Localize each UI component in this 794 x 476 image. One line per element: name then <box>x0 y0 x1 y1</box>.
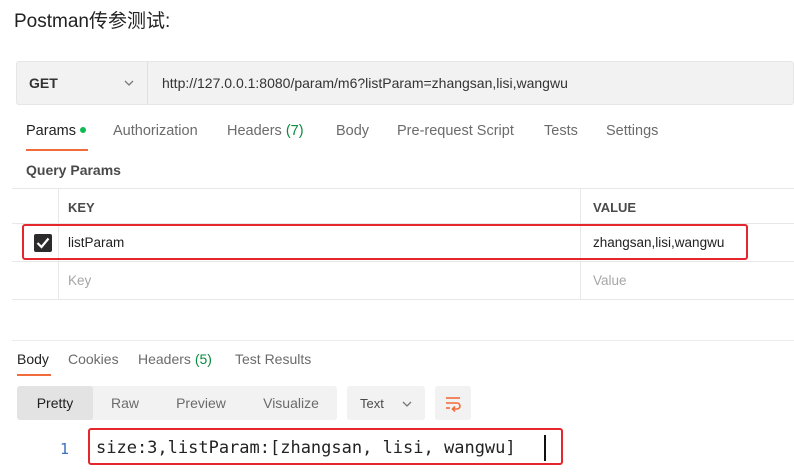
tab-body[interactable]: Body <box>336 123 369 139</box>
view-mode-switch: Pretty Raw Preview Visualize <box>17 386 337 420</box>
preview-button[interactable]: Preview <box>157 386 245 420</box>
tab-prerequest-script[interactable]: Pre-request Script <box>397 123 514 139</box>
tab-response-body[interactable]: Body <box>17 351 51 376</box>
new-key-input[interactable]: Key <box>68 273 91 288</box>
raw-button[interactable]: Raw <box>93 386 157 420</box>
tab-test-results[interactable]: Test Results <box>235 351 311 367</box>
tab-headers[interactable]: Headers (7) <box>227 123 304 139</box>
tab-params[interactable]: Params <box>26 123 88 151</box>
response-divider <box>12 340 794 341</box>
pretty-button[interactable]: Pretty <box>17 386 93 420</box>
new-value-input[interactable]: Value <box>593 273 627 288</box>
response-headers-count: (5) <box>194 351 212 367</box>
tab-response-body-label: Body <box>17 351 49 367</box>
format-selector[interactable]: Text <box>347 386 425 420</box>
column-header-key: KEY <box>68 200 95 215</box>
table-row-empty: Key Value <box>12 262 794 300</box>
page-heading: Postman传参测试: <box>14 11 171 32</box>
format-label: Text <box>360 396 384 411</box>
active-dot-icon <box>79 127 86 134</box>
highlight-box-param-row <box>22 224 748 260</box>
tab-response-headers-label: Headers <box>138 351 191 367</box>
column-header-value: VALUE <box>593 200 637 215</box>
active-tab-underline <box>26 149 88 151</box>
tab-tests[interactable]: Tests <box>544 123 578 139</box>
table-header-row: KEY VALUE <box>12 188 794 224</box>
tab-authorization[interactable]: Authorization <box>113 123 198 139</box>
tab-headers-label: Headers <box>227 123 282 139</box>
tab-cookies[interactable]: Cookies <box>68 351 119 367</box>
method-label: GET <box>29 75 58 91</box>
highlight-box-response <box>88 428 563 465</box>
chevron-down-icon <box>124 80 134 86</box>
query-params-title: Query Params <box>26 162 121 178</box>
wrap-lines-button[interactable] <box>435 386 471 420</box>
chevron-down-icon <box>402 401 412 407</box>
tab-params-label: Params <box>26 123 76 139</box>
tab-settings[interactable]: Settings <box>606 123 658 139</box>
method-selector[interactable]: GET <box>17 62 148 104</box>
url-input[interactable]: http://127.0.0.1:8080/param/m6?listParam… <box>162 75 568 91</box>
line-number: 1 <box>60 440 70 458</box>
active-tab-underline <box>17 374 51 376</box>
wrap-lines-icon <box>446 397 461 412</box>
request-bar: GET http://127.0.0.1:8080/param/m6?listP… <box>16 61 794 105</box>
visualize-button[interactable]: Visualize <box>245 386 337 420</box>
tab-response-headers[interactable]: Headers (5) <box>138 351 212 367</box>
headers-count: (7) <box>285 123 304 139</box>
